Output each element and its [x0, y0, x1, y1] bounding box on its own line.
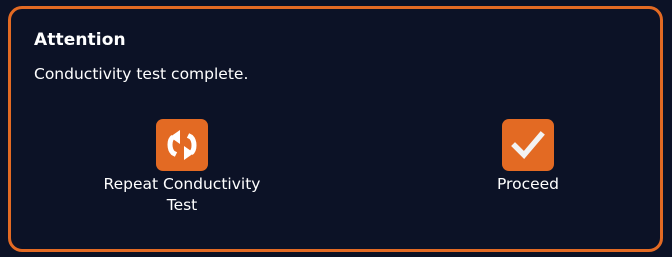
repeat-icon-button[interactable]	[156, 119, 208, 171]
proceed-button-label: Proceed	[496, 175, 560, 193]
repeat-conductivity-test-button[interactable]: Repeat Conductivity Test	[95, 119, 269, 216]
repeat-button-label: Repeat Conductivity Test	[103, 175, 261, 214]
repeat-icon	[167, 130, 197, 160]
checkmark-icon	[511, 131, 545, 160]
dialog-title: Attention	[34, 30, 126, 50]
proceed-button[interactable]: Proceed	[456, 119, 600, 195]
attention-dialog: Attention Conductivity test complete. Re…	[8, 6, 663, 252]
checkmark-icon-button[interactable]	[502, 119, 554, 171]
dialog-message: Conductivity test complete.	[34, 65, 249, 83]
